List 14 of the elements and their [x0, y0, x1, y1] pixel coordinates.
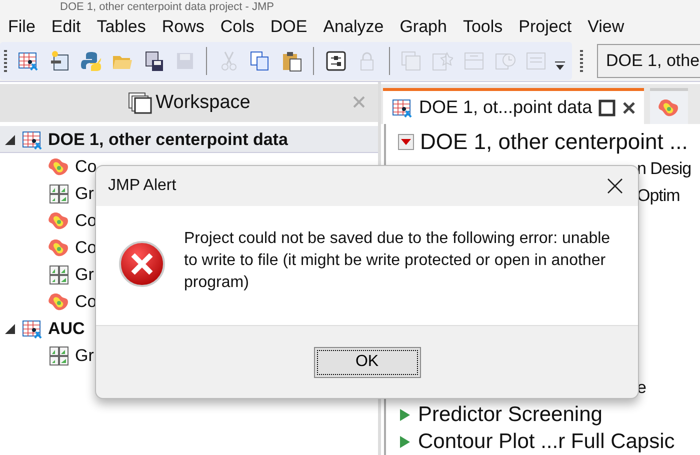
- error-message: Project could not be saved due to the following error: unable to write to file (it might be write protected or open in another program): [184, 229, 612, 293]
- outline-title: Optim: [637, 186, 680, 206]
- tree-label: DOE 1, other centerpoint data: [48, 130, 288, 150]
- workspace-title: Workspace: [156, 92, 250, 114]
- tree-label: Gr: [75, 264, 94, 284]
- outline-title: Contour Plot ...r Full Capsic: [418, 430, 675, 454]
- dialog-title: JMP Alert: [108, 177, 176, 195]
- window-title: DOE 1, other centerpoint data project - JMP: [60, 1, 274, 13]
- tree-label: Co: [75, 156, 97, 176]
- tree-label: AUC: [48, 318, 85, 338]
- tree-label: Gr: [75, 184, 94, 204]
- outline-title: DOE 1, other centerpoint ...: [420, 128, 688, 154]
- tree-label: Gr: [75, 346, 94, 366]
- outline-title: Predictor Screening: [418, 402, 602, 426]
